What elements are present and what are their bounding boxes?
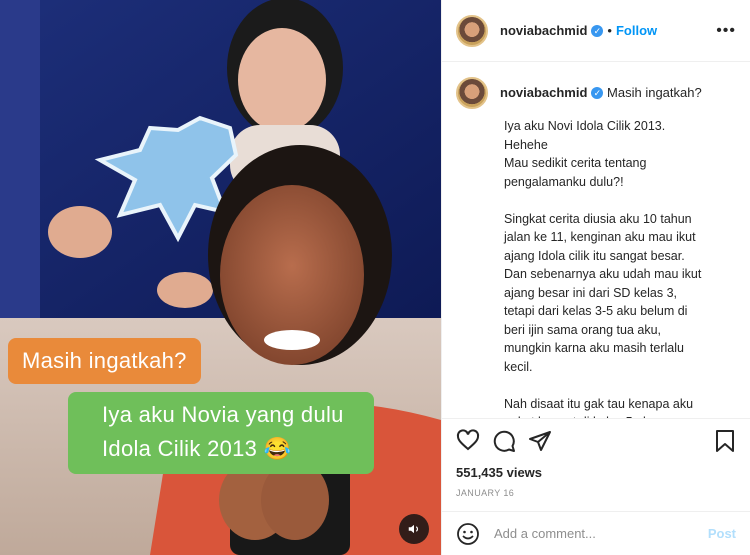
comment-input[interactable] (494, 526, 708, 541)
comment-icon[interactable] (492, 429, 516, 453)
caption-title-text: Masih ingatkah? (607, 85, 702, 100)
verified-badge-icon: ✓ (591, 87, 604, 99)
verified-badge-icon: ✓ (591, 24, 604, 37)
action-icons (456, 429, 736, 453)
post-details-panel: noviabachmid ✓ • Follow ••• noviabachmid… (441, 0, 750, 555)
instagram-post: Masih ingatkah? Iya aku Novia yang dulu … (0, 0, 750, 555)
emoji-icon[interactable] (456, 522, 480, 546)
separator-dot: • (607, 23, 612, 38)
action-bar: 551,435 views JANUARY 16 (442, 418, 750, 498)
share-icon[interactable] (528, 429, 552, 453)
post-video[interactable]: Masih ingatkah? Iya aku Novia yang dulu … (0, 0, 441, 555)
overlay-caption-top: Masih ingatkah? (8, 338, 201, 384)
overlay-caption-line2: Idola Cilik 2013 😂 (102, 436, 292, 461)
header-username[interactable]: noviabachmid (500, 23, 587, 38)
view-count[interactable]: 551,435 views (456, 465, 736, 480)
more-icon[interactable]: ••• (716, 22, 736, 40)
post-date[interactable]: JANUARY 16 (456, 488, 736, 498)
post-header: noviabachmid ✓ • Follow ••• (442, 0, 750, 62)
caption-body: Iya aku Novi Idola Cilik 2013. Hehehe Ma… (504, 119, 702, 418)
sound-toggle-button[interactable] (399, 514, 429, 544)
post-comment-button[interactable]: Post (708, 526, 736, 541)
caption-title: noviabachmid ✓ Masih ingatkah? (500, 77, 702, 109)
overlay-caption-line1: Iya aku Novia yang dulu (102, 402, 344, 427)
avatar[interactable] (456, 14, 488, 47)
speaker-icon (408, 524, 419, 534)
overlay-caption-bottom: Iya aku Novia yang dulu Idola Cilik 2013… (68, 392, 374, 474)
caption-header: noviabachmid ✓ Masih ingatkah? (456, 77, 736, 109)
follow-button[interactable]: Follow (616, 23, 657, 38)
bookmark-icon[interactable] (714, 429, 736, 453)
caption-username[interactable]: noviabachmid (500, 85, 587, 100)
comment-bar: Post (442, 511, 750, 555)
heart-icon[interactable] (456, 429, 480, 453)
comments-section[interactable]: noviabachmid ✓ Masih ingatkah? Iya aku No… (442, 63, 750, 418)
caption-avatar[interactable] (456, 77, 488, 109)
